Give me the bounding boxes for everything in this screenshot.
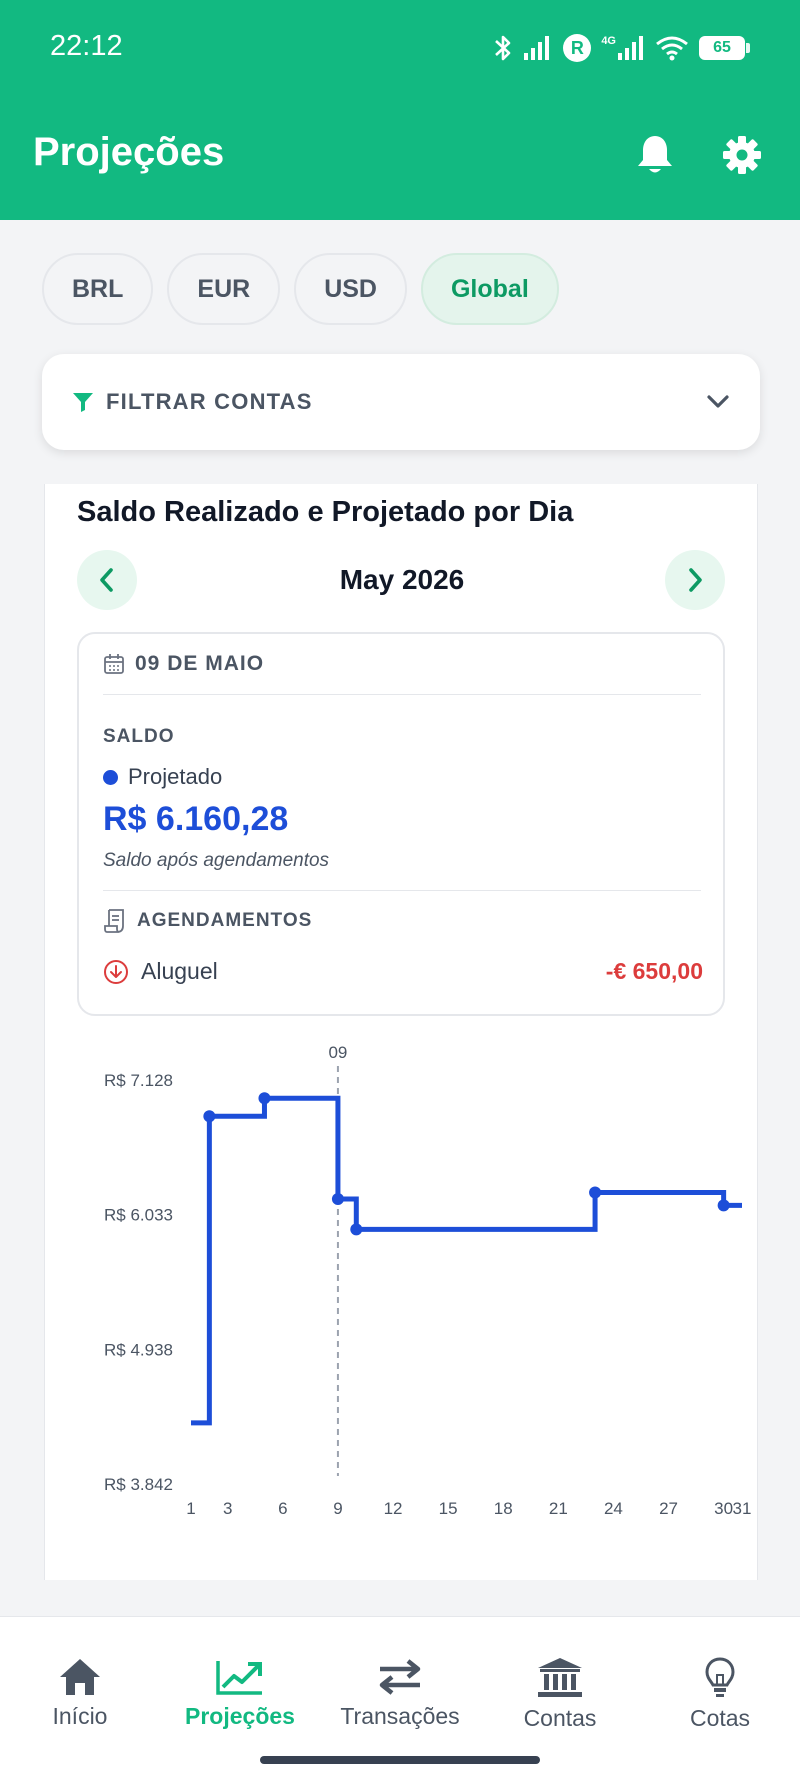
y-tick-label: R$ 7.128 — [104, 1071, 173, 1090]
data-point — [589, 1186, 602, 1199]
nav-label: Transações — [340, 1703, 460, 1729]
x-tick-label: 30 — [714, 1499, 733, 1518]
page-title: Projeções — [33, 130, 225, 174]
x-tick-label: 15 — [439, 1499, 458, 1518]
balance-card: Saldo Realizado e Projetado por Dia May … — [44, 484, 758, 1580]
swap-arrows-icon — [379, 1659, 421, 1695]
home-icon — [60, 1659, 100, 1695]
nav-projecoes[interactable]: Projeções — [160, 1657, 320, 1730]
filter-icon — [73, 393, 93, 412]
chip-global[interactable]: Global — [420, 253, 559, 325]
signal-icon — [524, 36, 550, 60]
wifi-icon — [656, 36, 688, 61]
x-tick-label: 12 — [384, 1499, 403, 1518]
marker-label: 09 — [328, 1043, 347, 1062]
nav-contas[interactable]: Contas — [480, 1657, 640, 1732]
network-indicator: 4G — [601, 35, 645, 61]
x-tick-label: 3 — [223, 1499, 232, 1518]
nav-label: Contas — [523, 1705, 597, 1731]
bluetooth-icon — [495, 35, 511, 61]
x-tick-label: 24 — [604, 1499, 623, 1518]
nav-inicio[interactable]: Início — [0, 1657, 160, 1730]
nav-transacoes[interactable]: Transações — [320, 1657, 480, 1730]
y-tick-label: R$ 6.033 — [104, 1206, 173, 1225]
data-point — [331, 1193, 344, 1206]
filter-accounts-dropdown[interactable]: FILTRAR CONTAS — [42, 354, 760, 450]
network-label: 4G — [601, 35, 616, 47]
data-point — [350, 1223, 363, 1236]
x-tick-label: 27 — [659, 1499, 678, 1518]
x-tick-label: 6 — [278, 1499, 287, 1518]
battery-icon: 65 — [699, 36, 750, 60]
home-indicator — [260, 1756, 540, 1764]
status-time: 22:12 — [50, 30, 123, 62]
currency-chips: BRL EUR USD Global — [42, 253, 559, 325]
x-tick-label: 9 — [333, 1499, 342, 1518]
chip-usd[interactable]: USD — [294, 253, 407, 325]
y-tick-label: R$ 3.842 — [104, 1475, 173, 1494]
balance-step-chart[interactable]: R$ 7.128 R$ 6.033 R$ 4.938 R$ 3.842 1 3 6 9 12 15… — [45, 484, 759, 1580]
x-tick-label: 31 — [733, 1499, 752, 1518]
bank-icon — [538, 1658, 582, 1697]
chip-eur[interactable]: EUR — [167, 253, 281, 325]
trending-up-icon — [216, 1661, 262, 1695]
nav-label: Cotas — [689, 1705, 751, 1731]
filter-label: FILTRAR CONTAS — [106, 389, 313, 414]
bell-icon[interactable] — [631, 131, 679, 179]
x-tick-label: 21 — [549, 1499, 568, 1518]
nav-cotas[interactable]: Cotas — [640, 1657, 800, 1732]
data-point — [203, 1110, 216, 1123]
carrier-badge: R — [563, 34, 592, 62]
nav-label: Projeções — [185, 1703, 295, 1729]
lightbulb-icon — [705, 1657, 735, 1697]
data-point — [717, 1199, 730, 1212]
battery-level: 65 — [699, 36, 745, 60]
nav-label: Início — [52, 1703, 108, 1729]
series-line — [191, 1095, 742, 1426]
signal-4g-icon — [618, 36, 643, 60]
y-tick-label: R$ 4.938 — [104, 1340, 173, 1359]
chevron-down-icon — [707, 395, 729, 408]
app-bar: 22:12 R 4G 65 Projeções — [0, 0, 800, 220]
chip-brl[interactable]: BRL — [42, 253, 154, 325]
bottom-navigation: Início Projeções Transações Contas Cotas — [0, 1616, 800, 1778]
status-icons: R 4G 65 — [493, 28, 750, 68]
data-point — [258, 1092, 271, 1105]
gear-icon[interactable] — [718, 131, 766, 179]
x-tick-label: 1 — [186, 1499, 195, 1518]
x-tick-label: 18 — [494, 1499, 513, 1518]
